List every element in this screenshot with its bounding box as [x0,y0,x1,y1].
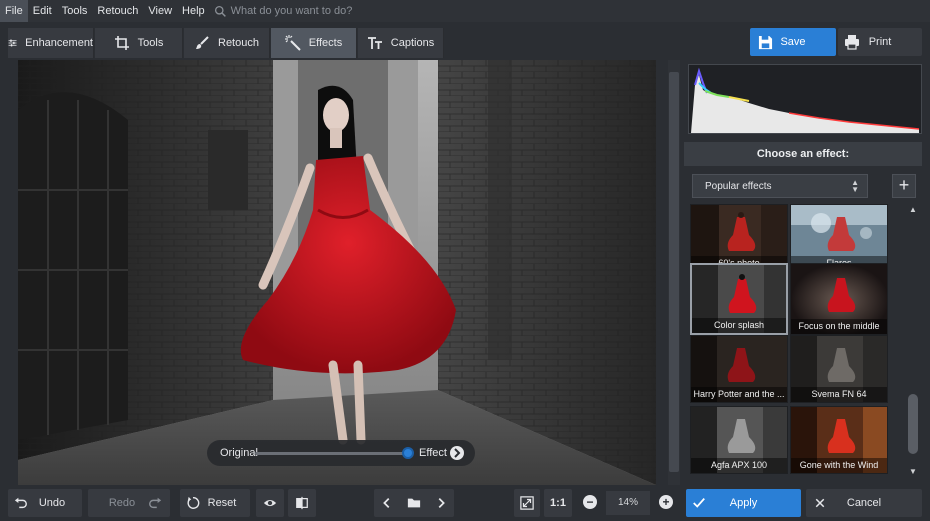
bottom-toolbar: Undo Redo Reset 1:1 − 14% + Apply Cancel [0,487,930,521]
sliders-icon [8,39,17,47]
effect-label: Effect [419,447,447,459]
effects-scrollbar[interactable]: ▲ ▼ [906,204,920,478]
reset-button[interactable]: Reset [180,489,250,517]
reset-icon [187,496,200,509]
effect-label-harry-potter: Harry Potter and the ... [691,387,787,402]
menu-view[interactable]: View [143,0,177,22]
effect-label-color-splash: Color splash [692,318,786,333]
effect-category-value: Popular effects [705,180,772,192]
tab-tools-label: Tools [137,37,164,49]
tab-tools[interactable]: Tools [95,28,183,58]
reset-label: Reset [207,497,237,509]
tab-enhancement-label: Enhancement [25,37,93,49]
zoom-level[interactable]: 14% [606,491,650,515]
cancel-label: Cancel [846,497,882,509]
split-view-icon [296,496,308,510]
redo-icon [149,497,162,509]
save-label: Save [780,36,806,48]
undo-button[interactable]: Undo [8,489,82,517]
text-icon [367,37,382,49]
redo-label: Redo [108,497,136,509]
effect-thumb-flares[interactable]: Flares [790,204,888,272]
effect-label-gone-wind: Gone with the Wind [791,458,887,473]
chevron-right-icon[interactable] [434,496,448,510]
fit-screen-icon [520,496,534,510]
compare-slider-knob[interactable] [402,447,414,459]
before-after-slider[interactable]: Original Effect [207,440,475,466]
menu-bar: File Edit Tools Retouch View Help What d… [0,0,930,22]
chevron-right-icon[interactable] [450,446,464,460]
preview-button[interactable] [256,489,284,517]
zoom-out-icon[interactable]: − [583,495,597,509]
effects-grid: 60's photo Flares Color splash Focus on … [690,204,892,478]
effect-thumb-60s-photo[interactable]: 60's photo [690,204,788,272]
magic-wand-icon [284,35,301,51]
original-label: Original [220,447,258,459]
tab-effects-label: Effects [308,37,343,49]
menu-edit[interactable]: Edit [28,0,57,22]
tab-enhancement[interactable]: Enhancement [8,28,94,58]
tab-captions-label: Captions [390,37,435,49]
search-box[interactable]: What do you want to do? [214,5,353,18]
navigation-group [374,489,454,517]
printer-icon [845,35,859,50]
redo-button[interactable]: Redo [88,489,170,517]
fit-to-screen-button[interactable] [514,489,540,517]
effect-thumb-harry-potter[interactable]: Harry Potter and the ... [690,335,788,403]
close-icon [815,498,825,508]
folder-icon[interactable] [407,496,421,510]
effects-panel-title: Choose an effect: [684,142,922,166]
floppy-disk-icon [758,35,773,49]
alley-photo [18,60,656,485]
menu-retouch[interactable]: Retouch [92,0,143,22]
cancel-button[interactable]: Cancel [806,489,922,517]
search-placeholder: What do you want to do? [230,5,353,17]
effect-thumb-gone-wind[interactable]: Gone with the Wind [790,406,888,474]
photo-canvas[interactable]: Original Effect [18,60,656,485]
eye-icon [263,499,277,507]
chevron-left-icon[interactable] [380,496,394,510]
main-toolbar: Enhancement Tools Retouch Effects Captio… [0,26,930,60]
effect-thumb-focus-middle[interactable]: Focus on the middle [790,263,888,335]
effect-label-agfa: Agfa APX 100 [691,458,787,473]
scroll-down-icon[interactable]: ▼ [907,466,919,478]
apply-label: Apply [729,497,758,509]
add-effect-button[interactable]: + [892,174,916,198]
checkmark-icon [693,498,705,508]
scroll-up-icon[interactable]: ▲ [907,204,919,216]
effect-thumb-svema[interactable]: Svema FN 64 [790,335,888,403]
zoom-in-icon[interactable]: + [659,495,673,509]
effect-thumb-color-splash[interactable]: Color splash [690,263,788,335]
undo-icon [14,497,27,509]
effect-thumb-agfa[interactable]: Agfa APX 100 [690,406,788,474]
updown-arrows-icon: ▲ ▼ [851,178,859,194]
undo-label: Undo [38,497,66,509]
canvas-scroll-thumb[interactable] [669,72,679,472]
histogram-graph [691,67,920,133]
save-button[interactable]: Save [750,28,836,56]
canvas-scrollbar[interactable] [668,60,680,485]
effect-category-select[interactable]: Popular effects ▲ ▼ [692,174,868,198]
histogram [688,64,922,134]
brush-icon [196,36,209,49]
print-label: Print [868,36,892,48]
effects-scroll-thumb[interactable] [908,394,918,454]
effect-label-svema: Svema FN 64 [791,387,887,402]
menu-tools[interactable]: Tools [57,0,93,22]
search-icon [214,5,226,17]
tab-effects[interactable]: Effects [271,28,357,58]
tab-retouch-label: Retouch [218,37,259,49]
apply-button[interactable]: Apply [686,489,801,517]
menu-help[interactable]: Help [177,0,210,22]
tab-retouch[interactable]: Retouch [184,28,270,58]
actual-size-button[interactable]: 1:1 [544,489,572,517]
compare-track[interactable] [255,452,405,455]
effect-label-focus-middle: Focus on the middle [791,319,887,334]
menu-file[interactable]: File [0,0,28,22]
effects-sidebar: Choose an effect: Popular effects ▲ ▼ + 6… [684,60,930,485]
compare-split-button[interactable] [288,489,316,517]
tab-captions[interactable]: Captions [358,28,444,58]
crop-icon [114,36,129,50]
print-button[interactable]: Print [838,28,922,56]
